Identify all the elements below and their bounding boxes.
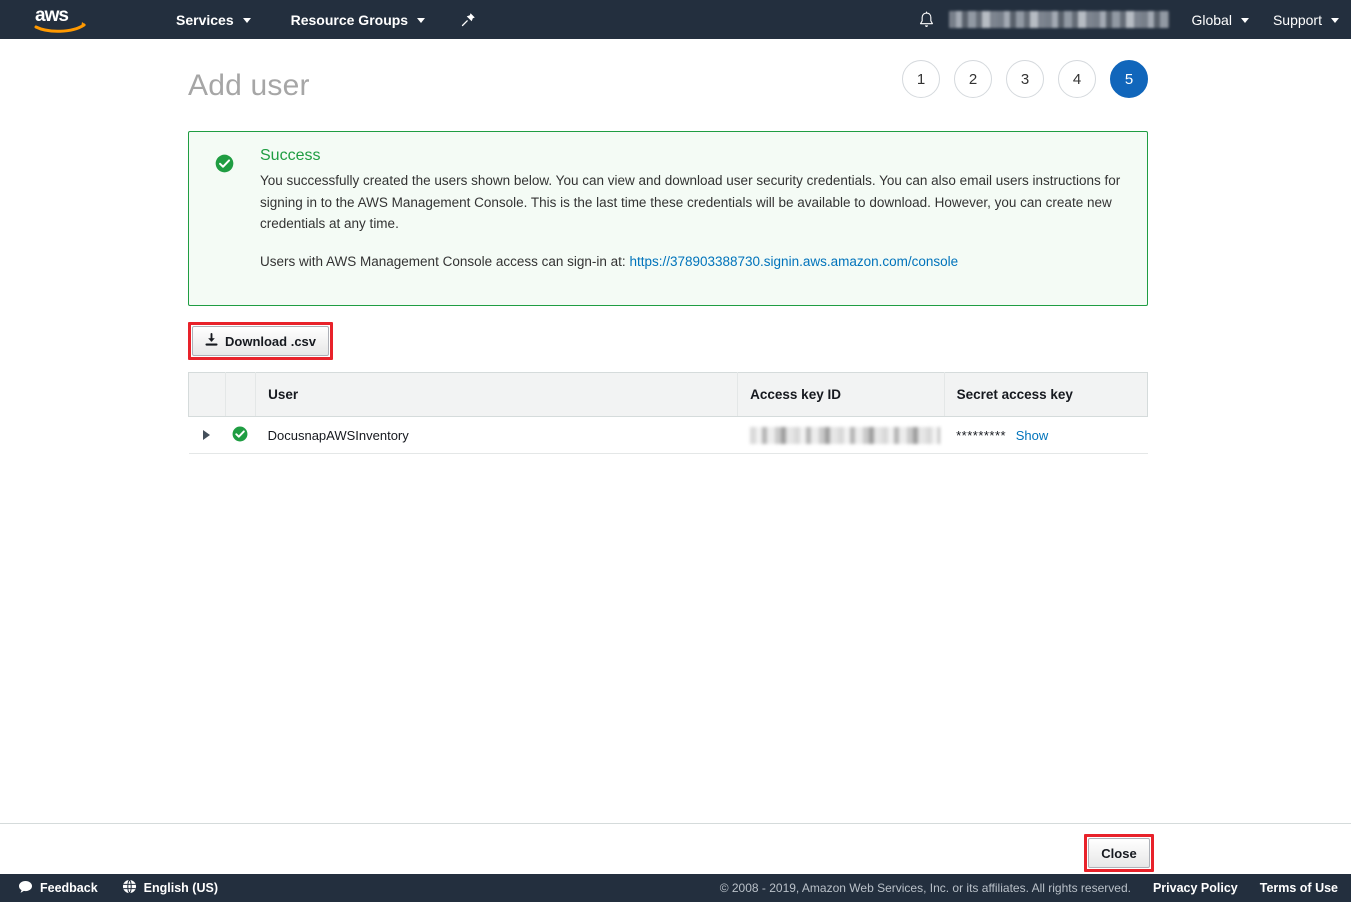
success-alert-text: You successfully created the users shown…: [260, 173, 1121, 231]
nav-services[interactable]: Services: [162, 0, 265, 39]
column-header-status: [225, 372, 257, 417]
wizard-step-5[interactable]: 5: [1110, 60, 1148, 98]
nav-region-selector[interactable]: Global: [1179, 0, 1260, 39]
table-row[interactable]: DocusnapAWSInventory ********* Show: [188, 416, 1148, 454]
download-icon: [205, 332, 218, 350]
wizard-step-2[interactable]: 2: [954, 60, 992, 98]
feedback-button[interactable]: Feedback: [10, 880, 106, 897]
footer-bar: Feedback English (US) © 2008 - 2019, Ama…: [0, 874, 1351, 902]
nav-region-label: Global: [1191, 11, 1232, 28]
cell-secret-access-key: ********* Show: [944, 416, 1148, 454]
page-title: Add user: [188, 69, 310, 102]
pin-icon[interactable]: [459, 0, 477, 39]
download-csv-highlight: Download .csv: [188, 322, 334, 360]
column-header-access-key-id[interactable]: Access key ID: [737, 372, 945, 417]
chevron-down-icon: [1331, 18, 1339, 23]
check-circle-icon: [215, 154, 234, 173]
success-alert-body: Success You successfully created the use…: [260, 147, 1125, 272]
show-secret-link[interactable]: Show: [1016, 428, 1049, 443]
nav-resource-groups-label: Resource Groups: [290, 11, 409, 28]
wizard-step-1-label: 1: [916, 70, 926, 88]
credentials-table-head: User Access key ID Secret access key: [188, 372, 1149, 417]
credentials-table: User Access key ID Secret access key Doc…: [188, 372, 1149, 454]
chevron-down-icon: [242, 18, 251, 23]
nav-support-label: Support: [1272, 11, 1322, 28]
wizard-step-4-label: 4: [1072, 70, 1082, 88]
language-label: English (US): [143, 881, 218, 895]
close-button-label: Close: [1101, 845, 1137, 861]
wizard-step-5-label: 5: [1124, 70, 1134, 88]
signin-url-link[interactable]: https://378903388730.signin.aws.amazon.c…: [629, 254, 958, 269]
secret-access-key-mask: *********: [956, 427, 1007, 443]
table-header-row: User Access key ID Secret access key: [188, 372, 1149, 417]
copyright-text: © 2008 - 2019, Amazon Web Services, Inc.…: [719, 881, 1131, 895]
terms-of-use-link[interactable]: Terms of Use: [1260, 881, 1338, 895]
top-navigation-bar: aws Services Resource Groups Global Supp…: [0, 0, 1351, 39]
column-header-select: [188, 372, 226, 417]
success-alert: Success You successfully created the use…: [188, 131, 1148, 306]
wizard-step-indicator: 1 2 3 4 5: [902, 60, 1148, 98]
cell-user-name: DocusnapAWSInventory: [255, 416, 738, 454]
credentials-table-body: DocusnapAWSInventory ********* Show: [188, 416, 1148, 454]
aws-logo[interactable]: aws: [32, 0, 90, 39]
notifications-bell-icon[interactable]: [909, 0, 943, 39]
chevron-down-icon: [417, 18, 426, 23]
wizard-step-2-label: 2: [968, 70, 978, 88]
column-header-secret-access-key[interactable]: Secret access key: [944, 372, 1149, 417]
cell-access-key-id: [737, 416, 945, 454]
page-content: Add user 1 2 3 4 5 Success You successfu…: [0, 39, 1351, 872]
close-button[interactable]: Close: [1088, 838, 1150, 868]
row-status-cell: [225, 416, 256, 454]
row-expander-cell[interactable]: [188, 416, 226, 454]
download-csv-label: Download .csv: [225, 333, 317, 349]
close-button-highlight: Close: [1084, 834, 1154, 872]
wizard-step-1[interactable]: 1: [902, 60, 940, 98]
column-header-user[interactable]: User: [255, 372, 739, 417]
footer-right: © 2008 - 2019, Amazon Web Services, Inc.…: [720, 881, 1338, 895]
footer-left: Feedback English (US): [10, 879, 226, 897]
access-key-id-redacted: [749, 426, 940, 444]
check-circle-icon: [232, 426, 248, 445]
language-selector[interactable]: English (US): [114, 879, 226, 897]
action-bar-divider: [0, 823, 1351, 824]
account-name-redacted[interactable]: [949, 11, 1170, 28]
success-alert-title: Success: [260, 147, 321, 164]
nav-services-label: Services: [176, 11, 234, 28]
signin-url-line: Users with AWS Management Console access…: [260, 251, 1125, 272]
chevron-down-icon: [1240, 18, 1249, 23]
feedback-label: Feedback: [40, 881, 98, 895]
nav-support[interactable]: Support: [1261, 0, 1351, 39]
download-csv-button[interactable]: Download .csv: [192, 326, 330, 356]
speech-bubble-icon: [18, 880, 33, 897]
svg-text:aws: aws: [35, 5, 68, 26]
nav-resource-groups[interactable]: Resource Groups: [277, 0, 439, 39]
signin-url-prefix: Users with AWS Management Console access…: [260, 253, 626, 269]
page-header: Add user 1 2 3 4 5: [188, 55, 1148, 115]
top-navigation-right: Global Support: [909, 0, 1351, 39]
globe-icon: [122, 879, 137, 897]
wizard-step-3-label: 3: [1020, 70, 1030, 88]
privacy-policy-link[interactable]: Privacy Policy: [1153, 881, 1238, 895]
wizard-step-4[interactable]: 4: [1058, 60, 1096, 98]
chevron-right-icon[interactable]: [203, 429, 211, 440]
wizard-step-3[interactable]: 3: [1006, 60, 1044, 98]
